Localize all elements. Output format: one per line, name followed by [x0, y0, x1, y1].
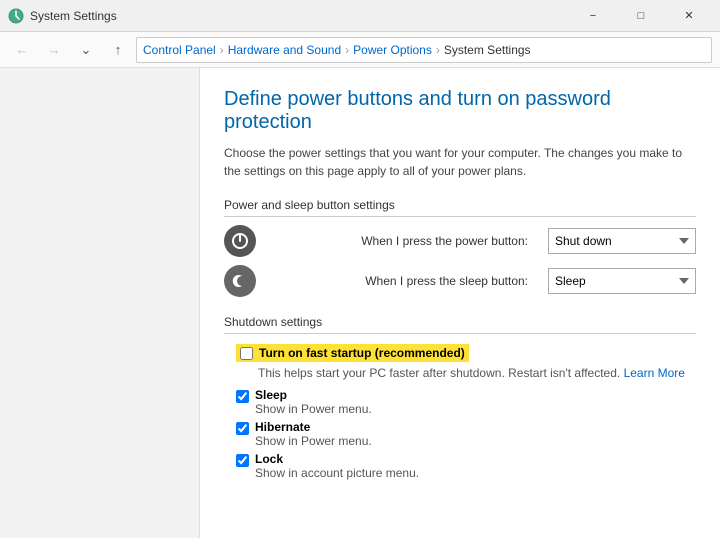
hibernate-checkbox[interactable]: [236, 422, 249, 435]
power-button-label: When I press the power button:: [268, 234, 536, 248]
button-settings: When I press the power button: Shut down…: [224, 225, 696, 297]
dropdown-button[interactable]: ⌄: [72, 36, 100, 64]
breadcrumb: Control Panel › Hardware and Sound › Pow…: [136, 37, 712, 63]
close-button[interactable]: ✕: [666, 0, 712, 32]
main-panel: Define power buttons and turn on passwor…: [200, 68, 720, 538]
sleep-icon: [224, 265, 256, 297]
breadcrumb-sep-1: ›: [220, 43, 224, 57]
lock-sublabel: Show in account picture menu.: [255, 466, 419, 480]
left-panel: [0, 68, 200, 538]
power-button-row: When I press the power button: Shut down…: [224, 225, 696, 257]
lock-label-group: Lock Show in account picture menu.: [255, 452, 419, 480]
page-title: Define power buttons and turn on passwor…: [224, 88, 696, 134]
fast-startup-row: Turn on fast startup (recommended) This …: [224, 344, 696, 380]
sleep-sublabel: Show in Power menu.: [255, 402, 372, 416]
fast-startup-checkbox[interactable]: [240, 347, 253, 360]
page-description: Choose the power settings that you want …: [224, 144, 696, 180]
hibernate-checkbox-row: Hibernate Show in Power menu.: [236, 420, 696, 448]
fast-startup-highlight: Turn on fast startup (recommended): [236, 344, 469, 362]
breadcrumb-current: System Settings: [444, 43, 531, 57]
sleep-button-row: When I press the sleep button: Sleep Do …: [224, 265, 696, 297]
minimize-button[interactable]: −: [570, 0, 616, 32]
breadcrumb-power-options[interactable]: Power Options: [353, 43, 432, 57]
app-icon: [8, 8, 24, 24]
breadcrumb-hardware-sound[interactable]: Hardware and Sound: [228, 43, 341, 57]
sleep-button-label: When I press the sleep button:: [268, 274, 536, 288]
breadcrumb-sep-2: ›: [345, 43, 349, 57]
sleep-checkbox-row: Sleep Show in Power menu.: [236, 388, 696, 416]
title-bar-text: System Settings: [30, 9, 117, 23]
lock-checkbox[interactable]: [236, 454, 249, 467]
button-settings-label: Power and sleep button settings: [224, 198, 696, 217]
content-area: Define power buttons and turn on passwor…: [0, 68, 720, 538]
fast-startup-label: Turn on fast startup (recommended): [259, 346, 465, 360]
power-button-select[interactable]: Shut down Do nothing Sleep Hibernate Tur…: [548, 228, 696, 254]
sleep-label-group: Sleep Show in Power menu.: [255, 388, 372, 416]
power-icon: [224, 225, 256, 257]
nav-bar: ← → ⌄ ↑ Control Panel › Hardware and Sou…: [0, 32, 720, 68]
window-controls: − □ ✕: [570, 0, 712, 32]
breadcrumb-sep-3: ›: [436, 43, 440, 57]
hibernate-label-group: Hibernate Show in Power menu.: [255, 420, 372, 448]
hibernate-sublabel: Show in Power menu.: [255, 434, 372, 448]
title-bar: System Settings − □ ✕: [0, 0, 720, 32]
lock-label: Lock: [255, 452, 419, 466]
forward-button[interactable]: →: [40, 36, 68, 64]
breadcrumb-control-panel[interactable]: Control Panel: [143, 43, 216, 57]
sleep-checkbox[interactable]: [236, 390, 249, 403]
maximize-button[interactable]: □: [618, 0, 664, 32]
learn-more-link[interactable]: Learn More: [624, 366, 685, 380]
hibernate-label: Hibernate: [255, 420, 372, 434]
fast-startup-desc: This helps start your PC faster after sh…: [258, 366, 696, 380]
back-button[interactable]: ←: [8, 36, 36, 64]
sleep-button-select[interactable]: Sleep Do nothing Hibernate Shut down: [548, 268, 696, 294]
up-button[interactable]: ↑: [104, 36, 132, 64]
sleep-label: Sleep: [255, 388, 372, 402]
shutdown-section: Shutdown settings Turn on fast startup (…: [224, 315, 696, 480]
lock-checkbox-row: Lock Show in account picture menu.: [236, 452, 696, 480]
shutdown-settings-label: Shutdown settings: [224, 315, 696, 334]
